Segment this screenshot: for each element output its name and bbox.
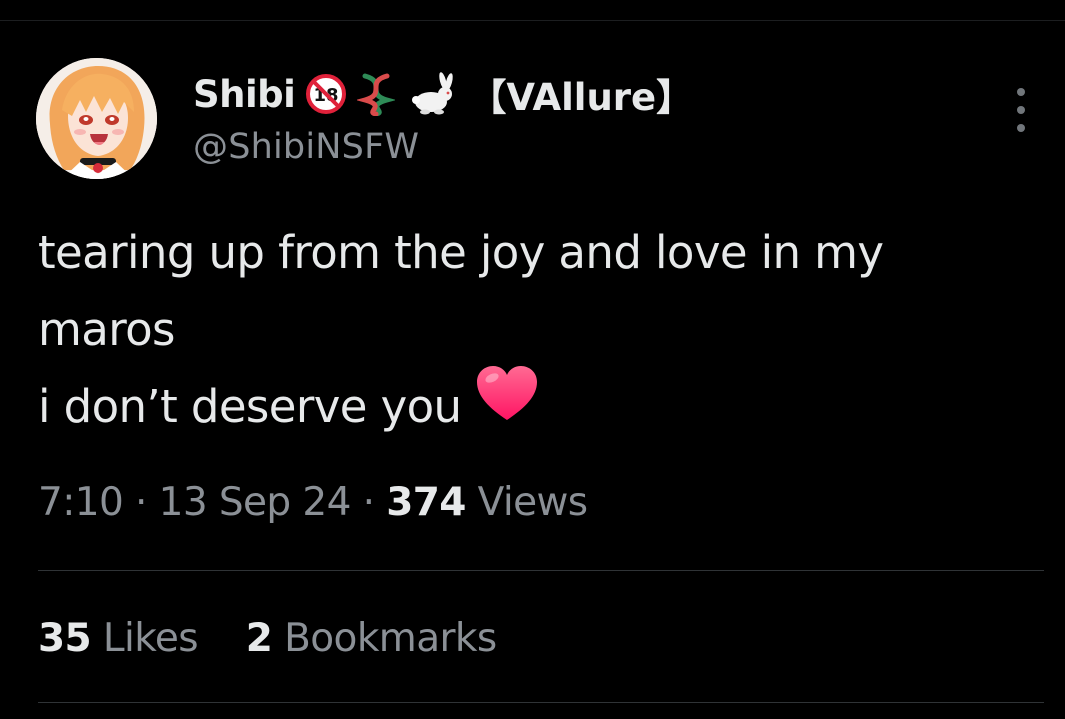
more-options-button[interactable] xyxy=(1008,88,1034,132)
tweet-text: tearing up from the joy and love in my m… xyxy=(38,214,1048,451)
tweet-header: Shibi 18 xyxy=(36,58,1036,182)
display-name[interactable]: Shibi xyxy=(193,73,296,116)
divider xyxy=(38,570,1044,571)
views-label: Views xyxy=(477,480,588,525)
avatar[interactable] xyxy=(36,58,157,179)
more-dot-icon xyxy=(1017,106,1025,114)
more-dot-icon xyxy=(1017,88,1025,96)
more-dot-icon xyxy=(1017,124,1025,132)
divider xyxy=(38,702,1044,703)
display-name-row[interactable]: Shibi 18 xyxy=(193,64,693,124)
bookmarks-label: Bookmarks xyxy=(284,616,497,661)
tweet-text-line: tearing up from the joy and love in my xyxy=(38,226,884,279)
tweet-date[interactable]: 13 Sep 24 xyxy=(159,480,352,525)
likes-label: Likes xyxy=(102,616,199,661)
meta-separator: · xyxy=(135,480,147,525)
heart-icon xyxy=(475,364,539,445)
likes-stat[interactable]: 35 Likes xyxy=(38,616,199,661)
display-name-suffix[interactable]: 【VAllure】 xyxy=(469,67,693,121)
knot-icon xyxy=(357,72,396,116)
engagement-stats: 35 Likes 2 Bookmarks xyxy=(38,616,497,661)
meta-separator: · xyxy=(362,480,375,525)
bookmarks-count: 2 xyxy=(245,616,273,661)
likes-count: 35 xyxy=(38,616,92,661)
rabbit-icon xyxy=(405,72,455,116)
user-handle[interactable]: @ShibiNSFW xyxy=(193,127,419,167)
tweet-time[interactable]: 7:10 xyxy=(38,480,124,525)
tweet-meta: 7:10 · 13 Sep 24 · 374 Views xyxy=(38,480,588,525)
bookmarks-stat[interactable]: 2 Bookmarks xyxy=(246,616,497,661)
no-under-18-icon: 18 xyxy=(305,73,347,115)
views-count: 374 xyxy=(386,480,466,525)
top-divider xyxy=(0,20,1065,21)
tweet-text-line-last: i don’t deserve you xyxy=(38,365,1048,451)
avatar-image xyxy=(36,58,157,179)
tweet-text-line: maros xyxy=(38,303,176,356)
tweet-text-line: i don’t deserve you xyxy=(38,380,462,433)
